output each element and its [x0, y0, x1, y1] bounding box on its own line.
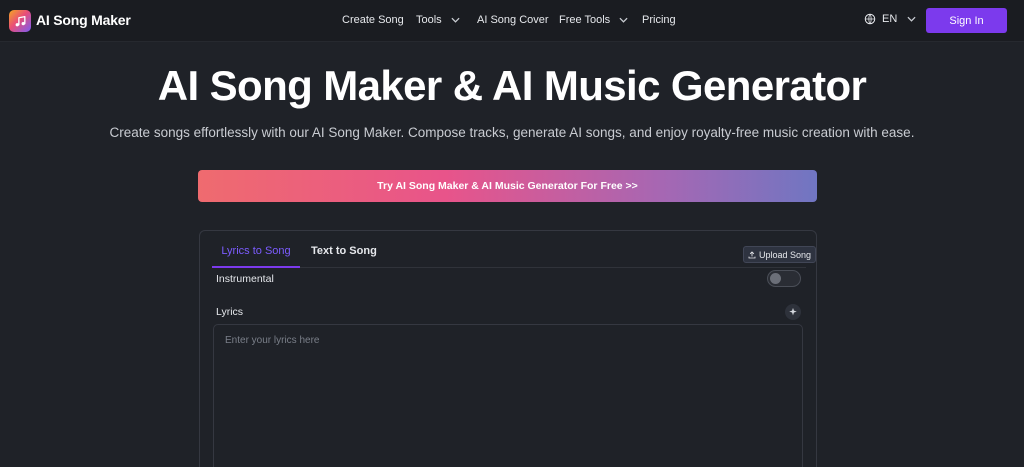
- music-note-icon-glyph: [15, 15, 25, 26]
- instrumental-toggle[interactable]: [767, 270, 801, 287]
- upload-song-button[interactable]: Upload Song: [743, 246, 816, 263]
- tab-lyrics-to-song[interactable]: Lyrics to Song: [212, 240, 300, 268]
- lyrics-input[interactable]: [213, 324, 803, 467]
- chevron-down-icon: [619, 17, 628, 23]
- page-subtitle: Create songs effortlessly with our AI So…: [109, 125, 915, 140]
- ai-generate-lyrics-icon[interactable]: [785, 304, 801, 320]
- music-note-icon[interactable]: [9, 10, 31, 32]
- chevron-down-icon: [451, 17, 460, 23]
- chevron-down-icon: [907, 16, 916, 22]
- nav-tools-label: Tools: [416, 14, 442, 26]
- nav-create-song[interactable]: Create Song: [342, 14, 404, 26]
- song-generator-card: Lyrics to Song Text to Song Upload Song …: [199, 230, 817, 467]
- sign-in-button[interactable]: Sign In: [926, 8, 1007, 33]
- instrumental-label: Instrumental: [216, 273, 274, 285]
- language-label: EN: [882, 13, 898, 25]
- nav-pricing-label: Pricing: [642, 14, 676, 26]
- nav-ai-song-cover[interactable]: AI Song Cover: [477, 14, 549, 26]
- lyrics-label: Lyrics: [216, 306, 244, 318]
- toggle-knob: [770, 273, 781, 284]
- brand-name[interactable]: AI Song Maker: [36, 12, 131, 28]
- top-navbar: AI Song Maker Create Song Tools AI Song …: [0, 0, 1024, 42]
- nav-pricing[interactable]: Pricing: [642, 14, 676, 26]
- upload-song-label: Upload Song: [758, 249, 812, 260]
- globe-icon: [864, 13, 876, 25]
- nav-free-tools[interactable]: Free Tools: [559, 14, 628, 26]
- upload-icon: [748, 250, 756, 258]
- page-title: AI Song Maker & AI Music Generator: [157, 62, 867, 109]
- nav-free-tools-label: Free Tools: [559, 14, 611, 26]
- nav-create-song-label: Create Song: [342, 14, 404, 26]
- tab-text-to-song[interactable]: Text to Song: [311, 240, 377, 268]
- mode-tabs: Lyrics to Song Text to Song Upload Song: [212, 240, 816, 268]
- nav-tools[interactable]: Tools: [416, 14, 460, 26]
- sparkle-icon: [789, 307, 797, 316]
- try-free-button[interactable]: Try AI Song Maker & AI Music Generator F…: [198, 170, 817, 202]
- nav-ai-song-cover-label: AI Song Cover: [477, 14, 549, 26]
- language-selector[interactable]: EN: [864, 13, 916, 25]
